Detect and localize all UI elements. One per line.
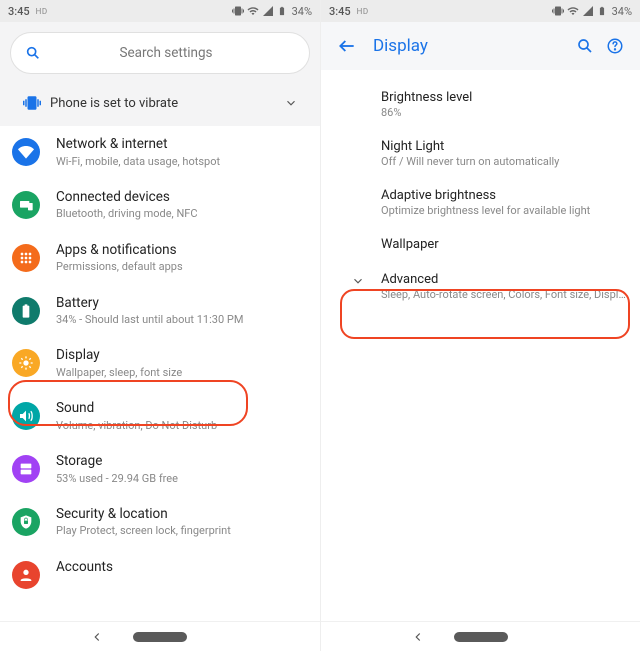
- vibrate-icon: [232, 5, 244, 17]
- status-hd: HD: [357, 7, 369, 16]
- display-icon: [12, 349, 40, 377]
- vibrate-icon: [14, 94, 50, 112]
- wifi-icon: [247, 5, 259, 17]
- search-icon: [25, 45, 41, 61]
- item-subtitle: Volume, vibration, Do Not Disturb: [56, 419, 306, 433]
- item-title: Advanced: [381, 272, 626, 287]
- settings-item-storage[interactable]: Storage53% used - 29.94 GB free: [0, 443, 320, 496]
- sound-icon: [12, 402, 40, 430]
- signal-icon: [582, 5, 594, 17]
- item-title: Adaptive brightness: [381, 188, 626, 203]
- wifi-icon: [12, 138, 40, 166]
- item-subtitle: Off / Will never turn on automatically: [381, 155, 626, 168]
- nav-back-button[interactable]: [90, 630, 104, 644]
- search-input[interactable]: Search settings: [10, 32, 310, 74]
- settings-item-sound[interactable]: SoundVolume, vibration, Do Not Disturb: [0, 390, 320, 443]
- accounts-icon: [12, 561, 40, 589]
- storage-icon: [12, 455, 40, 483]
- page-title: Display: [373, 36, 570, 56]
- status-clock: 3:45: [329, 5, 351, 18]
- status-icons: 34%: [232, 5, 312, 18]
- item-subtitle: Wallpaper, sleep, font size: [56, 366, 306, 380]
- display-item[interactable]: Adaptive brightnessOptimize brightness l…: [321, 178, 640, 227]
- item-title: Battery: [56, 295, 306, 313]
- item-title: Security & location: [56, 506, 306, 524]
- item-subtitle: 53% used - 29.94 GB free: [56, 472, 306, 486]
- battery-icon: [12, 297, 40, 325]
- item-title: Night Light: [381, 139, 626, 154]
- vibrate-icon: [552, 5, 564, 17]
- item-title: Brightness level: [381, 90, 626, 105]
- search-button[interactable]: [570, 31, 600, 61]
- app-bar: Display: [321, 22, 640, 70]
- settings-main-screen: 3:45 HD 34% Search settings Phone is set…: [0, 0, 320, 651]
- back-button[interactable]: [331, 30, 363, 62]
- nav-bar: [0, 621, 320, 651]
- item-title: Wallpaper: [381, 237, 626, 252]
- item-subtitle: Sleep, Auto-rotate screen, Colors, Font …: [381, 288, 626, 301]
- item-subtitle: Bluetooth, driving mode, NFC: [56, 207, 306, 221]
- display-item[interactable]: Wallpaper: [321, 227, 640, 262]
- vibrate-banner[interactable]: Phone is set to vibrate: [10, 80, 310, 126]
- settings-item-display[interactable]: DisplayWallpaper, sleep, font size: [0, 337, 320, 390]
- wifi-icon: [567, 5, 579, 17]
- item-title: Display: [56, 347, 306, 365]
- battery-percent: 34%: [612, 5, 632, 18]
- chevron-down-icon: [284, 96, 306, 110]
- nav-home-pill[interactable]: [454, 632, 508, 642]
- battery-icon: [597, 5, 607, 17]
- display-settings-screen: 3:45 HD 34% Display Brightness level86%N…: [320, 0, 640, 651]
- item-subtitle: Optimize brightness level for available …: [381, 204, 626, 217]
- status-bar: 3:45 HD 34%: [321, 0, 640, 22]
- settings-item-security[interactable]: Security & locationPlay Protect, screen …: [0, 496, 320, 549]
- status-bar: 3:45 HD 34%: [0, 0, 320, 22]
- signal-icon: [262, 5, 274, 17]
- settings-top-region: Search settings Phone is set to vibrate: [0, 22, 320, 126]
- display-options-list: Brightness level86%Night LightOff / Will…: [321, 70, 640, 621]
- nav-home-pill[interactable]: [133, 632, 187, 642]
- item-subtitle: Permissions, default apps: [56, 260, 306, 274]
- item-title: Accounts: [56, 559, 306, 577]
- display-item[interactable]: Brightness level86%: [321, 80, 640, 129]
- chevron-down-icon: [351, 272, 381, 288]
- settings-list: Network & internetWi-Fi, mobile, data us…: [0, 126, 320, 621]
- item-title: Apps & notifications: [56, 242, 306, 260]
- search-placeholder: Search settings: [55, 45, 277, 61]
- item-title: Sound: [56, 400, 306, 418]
- item-subtitle: Wi-Fi, mobile, data usage, hotspot: [56, 155, 306, 169]
- nav-bar: [321, 621, 640, 651]
- item-title: Storage: [56, 453, 306, 471]
- security-icon: [12, 508, 40, 536]
- settings-item-devices[interactable]: Connected devicesBluetooth, driving mode…: [0, 179, 320, 232]
- status-clock: 3:45: [8, 5, 30, 18]
- battery-percent: 34%: [292, 5, 312, 18]
- settings-item-wifi[interactable]: Network & internetWi-Fi, mobile, data us…: [0, 126, 320, 179]
- settings-item-battery[interactable]: Battery34% - Should last until about 11:…: [0, 285, 320, 338]
- help-button[interactable]: [600, 31, 630, 61]
- apps-icon: [12, 244, 40, 272]
- item-subtitle: 86%: [381, 106, 626, 119]
- item-subtitle: 34% - Should last until about 11:30 PM: [56, 313, 306, 327]
- nav-back-button[interactable]: [411, 630, 425, 644]
- display-item-advanced[interactable]: AdvancedSleep, Auto-rotate screen, Color…: [321, 262, 640, 311]
- display-item[interactable]: Night LightOff / Will never turn on auto…: [321, 129, 640, 178]
- devices-icon: [12, 191, 40, 219]
- status-icons: 34%: [552, 5, 632, 18]
- vibrate-label: Phone is set to vibrate: [50, 96, 284, 111]
- settings-item-accounts[interactable]: Accounts: [0, 549, 320, 599]
- item-subtitle: Play Protect, screen lock, fingerprint: [56, 524, 306, 538]
- settings-item-apps[interactable]: Apps & notificationsPermissions, default…: [0, 232, 320, 285]
- battery-icon: [277, 5, 287, 17]
- item-title: Connected devices: [56, 189, 306, 207]
- item-title: Network & internet: [56, 136, 306, 154]
- status-hd: HD: [36, 7, 48, 16]
